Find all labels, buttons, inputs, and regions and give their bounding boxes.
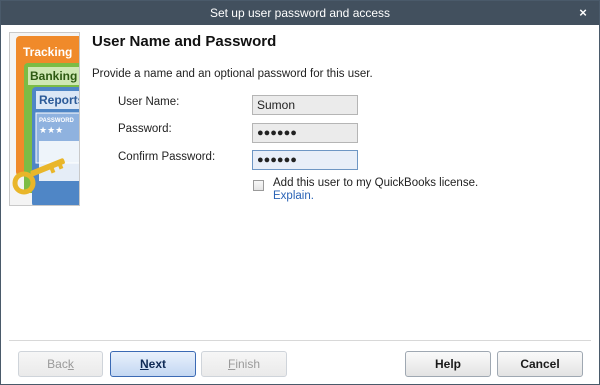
reports-tab-label: Reports	[39, 93, 80, 107]
window-title: Set up user password and access	[209, 6, 391, 20]
folders-key-illustration: Tracking Banking Reports PASSWORD ★★★	[12, 36, 80, 205]
next-mnemonic: N	[139, 357, 149, 371]
license-checkbox[interactable]	[253, 180, 264, 191]
instructions-text: Provide a name and an optional password …	[92, 68, 373, 80]
back-label-pre: Bac	[47, 357, 68, 371]
back-button[interactable]: Back	[18, 351, 103, 377]
explain-link[interactable]: Explain.	[273, 190, 314, 202]
wizard-illustration: Tracking Banking Reports PASSWORD ★★★	[9, 32, 80, 206]
password-card-stars: ★★★	[39, 126, 63, 136]
confirm-password-field[interactable]: ●●●●●●	[252, 150, 358, 170]
back-mnemonic: k	[67, 357, 74, 371]
username-field[interactable]: Sumon	[252, 95, 358, 115]
next-button[interactable]: Next	[110, 351, 196, 377]
next-label-post: ext	[148, 357, 166, 371]
password-card-label: PASSWORD	[39, 118, 75, 124]
dialog-window: Set up user password and access × Tracki…	[0, 0, 600, 385]
finish-label-post: inish	[235, 357, 261, 371]
banking-tab-label: Banking	[30, 69, 77, 83]
close-icon[interactable]: ×	[575, 1, 591, 25]
page-title: User Name and Password	[92, 33, 277, 50]
username-label: User Name:	[118, 96, 180, 108]
password-field[interactable]: ●●●●●●	[252, 123, 358, 143]
footer-divider	[9, 340, 591, 341]
password-label: Password:	[118, 123, 172, 135]
help-button[interactable]: Help	[405, 351, 491, 377]
cancel-button[interactable]: Cancel	[497, 351, 583, 377]
confirm-password-label: Confirm Password:	[118, 151, 216, 163]
finish-button[interactable]: Finish	[201, 351, 287, 377]
tracking-tab-label: Tracking	[23, 45, 72, 59]
title-bar[interactable]: Set up user password and access ×	[1, 1, 599, 25]
license-checkbox-label: Add this user to my QuickBooks license.	[273, 177, 479, 189]
